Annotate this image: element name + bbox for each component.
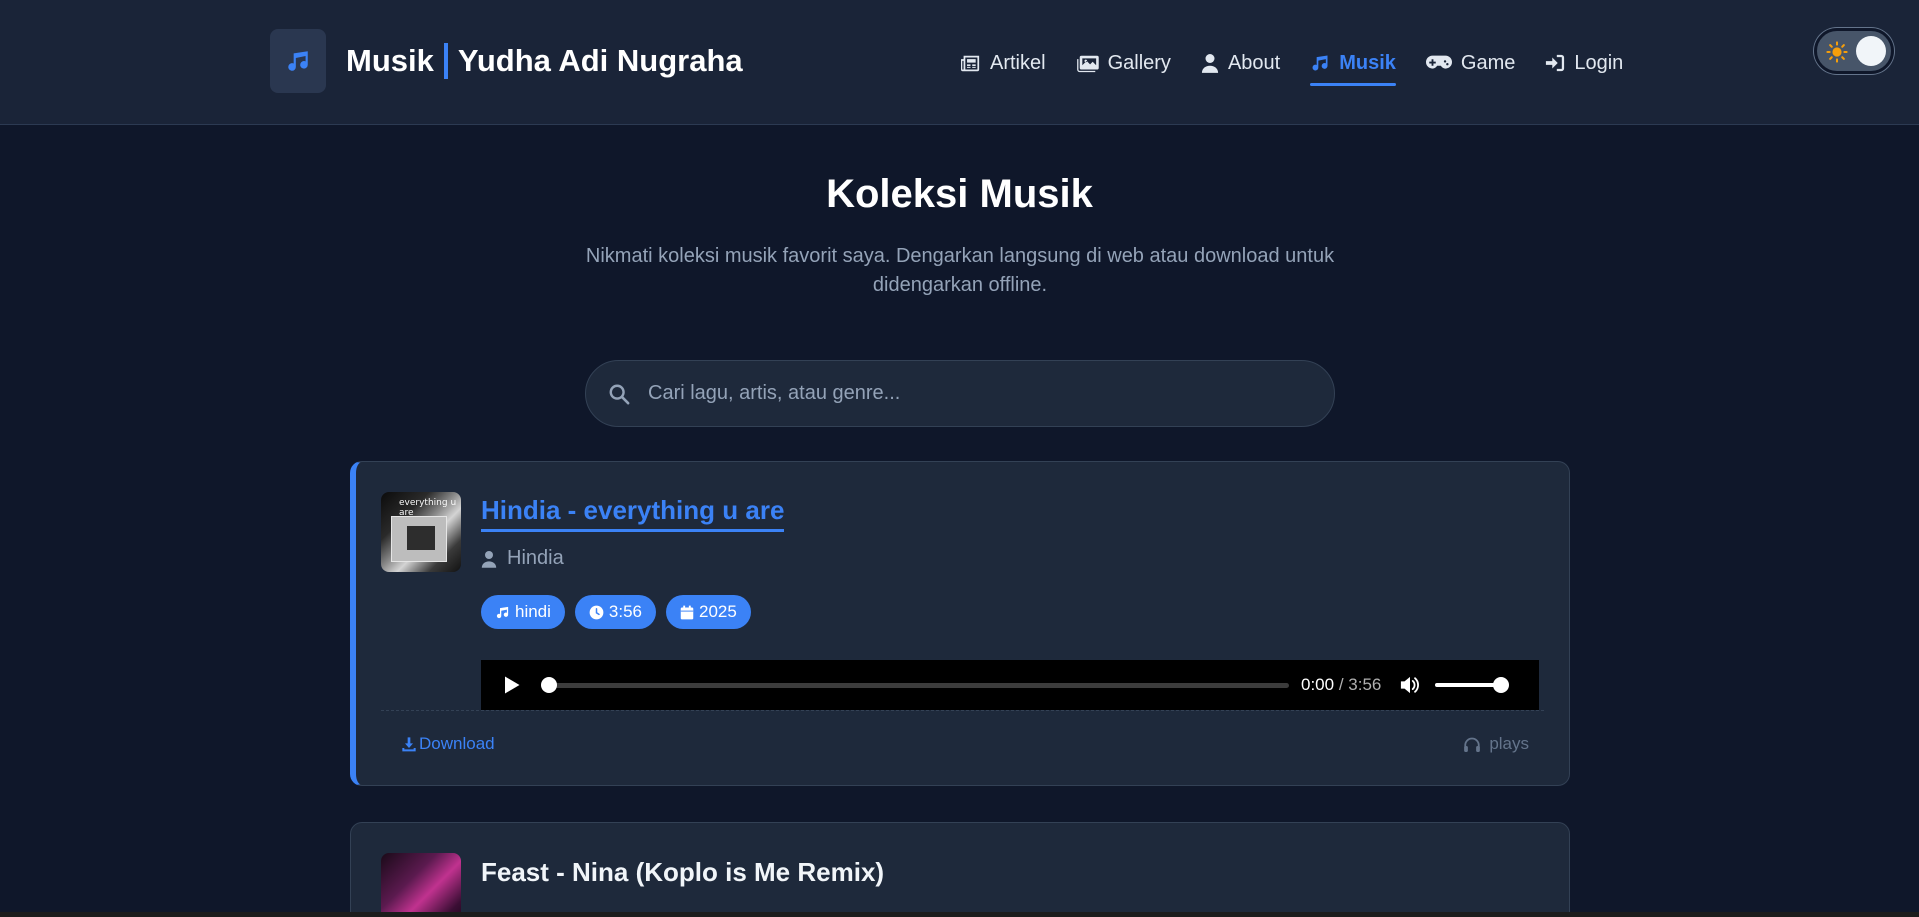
user-icon — [481, 550, 497, 568]
search-bar — [585, 360, 1335, 427]
cover-art — [407, 526, 435, 550]
moon-icon — [1856, 36, 1886, 66]
newspaper-icon — [961, 55, 980, 71]
nav-item-game[interactable]: Game — [1425, 46, 1516, 80]
year-label: 2025 — [699, 602, 737, 621]
site-header: Musik Yudha Adi Nugraha Artikel Gallery … — [0, 0, 1919, 125]
search-input[interactable] — [648, 382, 1334, 405]
theme-toggle[interactable] — [1814, 28, 1894, 74]
cover-text: everything u are — [399, 498, 457, 518]
song-card[interactable]: Feast - Nina (Koplo is Me Remix) — [350, 822, 1570, 917]
song-tags: hindi 3:56 2025 — [481, 595, 761, 629]
sun-icon — [1826, 41, 1848, 63]
toggle-knob — [1856, 36, 1886, 66]
window-bottom-edge — [0, 912, 1919, 917]
user-icon — [1201, 54, 1219, 73]
time-separator: / — [1338, 675, 1344, 694]
download-icon — [402, 737, 416, 752]
nav-label: Login — [1574, 51, 1624, 74]
progress-handle[interactable] — [541, 676, 557, 693]
album-cover: everything u are — [381, 492, 461, 572]
music-note-icon — [288, 51, 308, 71]
progress-slider[interactable] — [541, 676, 1289, 693]
nav-label: Game — [1460, 51, 1516, 74]
nav-item-artikel[interactable]: Artikel — [960, 46, 1046, 80]
nav-item-gallery[interactable]: Gallery — [1076, 46, 1171, 80]
download-label: Download — [419, 734, 495, 753]
images-icon — [1076, 55, 1099, 72]
brand-text: Musik Yudha Adi Nugraha — [346, 43, 743, 79]
song-title[interactable]: Feast - Nina (Koplo is Me Remix) — [481, 857, 884, 888]
album-cover — [381, 853, 461, 917]
brand-name: Yudha Adi Nugraha — [457, 43, 743, 78]
page-title: Koleksi Musik — [826, 172, 1093, 216]
nav-label: About — [1227, 51, 1281, 74]
artist-name: Hindia — [507, 547, 564, 569]
song-artist: Hindia — [481, 547, 564, 570]
play-count: plays — [1463, 734, 1529, 754]
gamepad-icon — [1425, 55, 1452, 69]
download-button[interactable]: Download — [401, 734, 495, 754]
nav-label: Gallery — [1107, 51, 1171, 74]
volume-icon[interactable] — [1399, 675, 1421, 695]
nav-item-about[interactable]: About — [1201, 46, 1280, 80]
duration-label: 3:56 — [608, 602, 643, 621]
clock-icon — [589, 605, 604, 619]
song-card[interactable]: everything u are Hindia - everything u a… — [350, 461, 1570, 786]
nav-label: Artikel — [990, 51, 1046, 74]
page-subtitle: Nikmati koleksi musik favorit saya. Deng… — [585, 245, 1335, 296]
plays-label: plays — [1489, 734, 1529, 753]
nav-item-musik[interactable]: Musik — [1310, 46, 1396, 86]
nav-item-login[interactable]: Login — [1545, 46, 1623, 80]
main-nav: Artikel Gallery About Musik Game Login — [960, 46, 1653, 86]
card-divider — [381, 710, 1544, 711]
sign-in-icon — [1546, 54, 1565, 72]
year-badge: 2025 — [666, 595, 751, 629]
time-display: 0:00 / 3:56 — [1301, 675, 1381, 695]
music-note-icon — [1312, 55, 1328, 71]
music-note-icon — [496, 606, 509, 618]
volume-slider[interactable] — [1435, 677, 1510, 693]
total-time: 3:56 — [1348, 675, 1382, 694]
audio-player: 0:00 / 3:56 — [481, 660, 1539, 710]
calendar-icon — [680, 605, 694, 619]
brand-title: Musik — [346, 43, 434, 78]
genre-label: hindi — [515, 602, 551, 621]
search-icon — [608, 383, 630, 405]
brand[interactable]: Musik Yudha Adi Nugraha — [270, 29, 743, 93]
brand-logo — [270, 29, 326, 93]
current-time: 0:00 — [1301, 675, 1335, 694]
play-icon[interactable] — [503, 675, 521, 695]
brand-divider — [443, 43, 448, 79]
headphones-icon — [1464, 737, 1481, 752]
song-title[interactable]: Hindia - everything u are — [481, 495, 785, 532]
genre-badge: hindi — [481, 595, 565, 629]
nav-label: Musik — [1339, 51, 1396, 74]
volume-handle[interactable] — [1493, 677, 1510, 693]
duration-badge: 3:56 — [574, 595, 657, 629]
